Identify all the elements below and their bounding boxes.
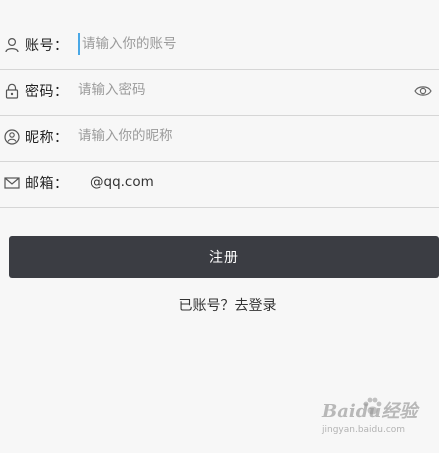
account-label: 账号： (25, 38, 69, 54)
account-row: 账号： (0, 23, 439, 70)
eye-icon[interactable] (414, 84, 432, 98)
user-icon (5, 37, 19, 53)
password-input[interactable] (78, 79, 398, 101)
login-link[interactable]: 已账号？去登录 (0, 295, 439, 315)
register-button[interactable]: 注册 (9, 236, 439, 278)
lock-icon (5, 83, 19, 99)
email-row: 邮箱： (0, 161, 439, 208)
baidu-watermark: Baidu经验 jingyan.baidu.com (300, 395, 430, 445)
face-icon (4, 129, 20, 145)
password-label: 密码： (25, 84, 69, 100)
paw-icon (363, 397, 382, 415)
nickname-row: 昵称： (0, 115, 439, 162)
nickname-label: 昵称： (25, 130, 69, 146)
mail-icon (4, 177, 20, 189)
email-input[interactable] (90, 171, 410, 193)
nickname-input[interactable] (78, 125, 398, 147)
watermark-url: jingyan.baidu.com (322, 425, 406, 435)
password-row: 密码： (0, 69, 439, 116)
email-label: 邮箱： (25, 176, 69, 192)
account-input[interactable] (78, 33, 402, 55)
